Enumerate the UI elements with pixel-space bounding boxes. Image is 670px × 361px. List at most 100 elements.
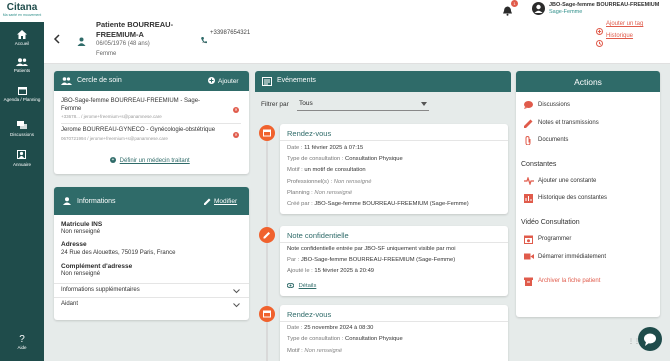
logo[interactable]: Citana Ma santé en mouvement [0, 0, 44, 22]
caret-down-icon [421, 102, 427, 106]
information-header: Informations Modifier [54, 187, 249, 215]
chevron-down-icon[interactable] [233, 303, 240, 308]
sidebar-item-label: Annuaire [12, 162, 31, 167]
extra-info-toggle[interactable]: Informations supplémentaires [61, 287, 140, 293]
help-icon: ? [19, 334, 25, 345]
event-motif: Non renseigné [304, 348, 343, 354]
patient-icon [77, 33, 86, 46]
person-icon [63, 197, 71, 205]
event-created-by: JBO-Sage-femme BOURREAU-FREEMIUM (Sage-F… [314, 201, 469, 207]
history-link[interactable]: Historique [606, 33, 633, 39]
details-link[interactable]: Détails [286, 282, 316, 289]
complement-value: Non renseigné [61, 271, 101, 277]
action-label: Discussions [538, 102, 571, 108]
field-label: Créé par : [287, 201, 313, 207]
divider [280, 242, 508, 243]
list-icon [262, 77, 272, 86]
filter-label: Filtrer par [261, 101, 289, 108]
filter-select[interactable]: Tous [297, 99, 429, 111]
sidebar: Citana Ma santé en mouvement Accueil Pat… [0, 0, 44, 361]
actions-card: Actions Discussions Notes et transmissio… [516, 71, 660, 317]
home-icon [17, 30, 27, 39]
event-card-note[interactable]: Note confidentielle Note confidentielle … [280, 226, 508, 296]
pencil-icon [204, 198, 211, 205]
app-root: Citana Ma santé en mouvement Accueil Pat… [0, 0, 670, 361]
sidebar-item-label: Patients [13, 68, 31, 73]
sidebar-item-label: Agenda / Planning [3, 97, 41, 102]
sidebar-item-label: Accueil [14, 41, 30, 46]
action-label: Notes et transmissions [538, 120, 599, 126]
patient-phone: +33987654321 [210, 30, 251, 36]
address-value: 24 Rue des Alouettes, 75019 Paris, Franc… [61, 250, 176, 256]
chat-icon [17, 121, 27, 129]
event-motif: un motif de consultation [304, 167, 366, 173]
paperclip-icon [525, 136, 531, 145]
note-event-icon [259, 227, 275, 243]
care-circle-header: Cercle de soin Ajouter [54, 71, 249, 91]
divider [280, 321, 508, 322]
care-member-contact: +33678... / jerome+freemium+s@panamnese.… [61, 114, 162, 119]
patients-icon [16, 58, 28, 66]
sidebar-item-agenda[interactable]: Agenda / Planning [0, 86, 44, 102]
chart-icon [524, 194, 533, 203]
back-button[interactable] [52, 31, 62, 44]
filter-value: Tous [299, 100, 313, 107]
user-name: JBO-Sage-femme BOURREAU-FREEMIUM [549, 2, 660, 8]
sidebar-item-patients[interactable]: Patients [0, 58, 44, 73]
sidebar-item-annuaire[interactable]: Annuaire [0, 150, 44, 167]
logo-subtitle: Ma santé en mouvement [2, 13, 42, 17]
field-label: Date : [287, 145, 303, 151]
patient-dob: 06/05/1976 (48 ans) [96, 41, 150, 47]
event-card-appointment[interactable]: Rendez-vous Date : 11 février 2025 à 07:… [280, 124, 508, 214]
sidebar-item-discussions[interactable]: Discussions [0, 121, 44, 137]
care-member-name: JBO-Sage-femme BOURREAU-FREEMIUM - Sage-… [61, 98, 201, 112]
sidebar-item-accueil[interactable]: Accueil [0, 30, 44, 46]
chevron-down-icon[interactable] [233, 289, 240, 294]
field-label: Professionnel(s) : [287, 179, 333, 185]
field-label: Motif : [287, 167, 303, 173]
note-text: Note confidentielle entrée par JBO-SF un… [287, 246, 456, 252]
chat-launcher-button[interactable] [638, 327, 662, 351]
action-label: Historique des constantes [538, 195, 608, 201]
event-date: 11 février 2025 à 07:15 [304, 145, 364, 151]
care-member-contact: 0670721994 / jerome+freemium+s@panamnese… [61, 136, 168, 141]
event-card-appointment[interactable]: Rendez-vous Date : 25 novembre 2024 à 08… [280, 305, 508, 361]
define-doctor-link[interactable]: + Définir un médecin traitant [110, 157, 190, 164]
modify-button[interactable]: Modifier [214, 198, 237, 205]
chat-bubble-icon [524, 101, 533, 109]
chevron-left-icon [53, 34, 60, 44]
note-date: 15 février 2025 à 20:49 [314, 268, 375, 274]
event-title: Rendez-vous [287, 310, 332, 319]
field-label: Motif : [287, 348, 303, 354]
pulse-icon [524, 177, 534, 185]
add-circle-icon [208, 77, 215, 84]
matricule-value: Non renseigné [61, 229, 101, 235]
events-header: Evénements [255, 71, 511, 92]
sidebar-item-label: Discussions [9, 132, 34, 137]
event-date: 25 novembre 2024 à 08:30 [304, 325, 374, 331]
event-title: Note confidentielle [287, 231, 349, 240]
field-label: Par : [287, 257, 300, 263]
action-label: Archiver la fiche patient [538, 278, 601, 284]
divider [54, 297, 249, 298]
user-avatar-icon[interactable] [532, 2, 545, 20]
patient-phone-secondary: -- [202, 40, 206, 46]
add-tag-link[interactable]: Ajouter un tag [606, 21, 643, 27]
help-button[interactable]: ? Aide [0, 334, 44, 350]
information-card: Informations Modifier Matricule INS Non … [54, 187, 249, 320]
help-label: Aide [17, 345, 27, 350]
divider [61, 123, 241, 124]
remove-member-icon[interactable]: ✕ [233, 132, 239, 138]
remove-member-icon[interactable]: ✕ [233, 107, 239, 113]
patient-name: Patiente BOURREAU-FREEMIUM-A [96, 20, 174, 39]
add-care-member-button[interactable]: Ajouter [218, 78, 239, 85]
divider [54, 283, 249, 284]
event-title: Rendez-vous [287, 129, 332, 138]
action-label: Programmer [538, 236, 572, 242]
timeline-line [266, 128, 268, 361]
bell-icon[interactable] [503, 3, 512, 21]
aidant-toggle[interactable]: Aidant [61, 301, 78, 307]
field-label: Type de consultation : [287, 336, 344, 342]
field-label: Ajouté le : [287, 268, 313, 274]
history-icon [596, 34, 603, 52]
